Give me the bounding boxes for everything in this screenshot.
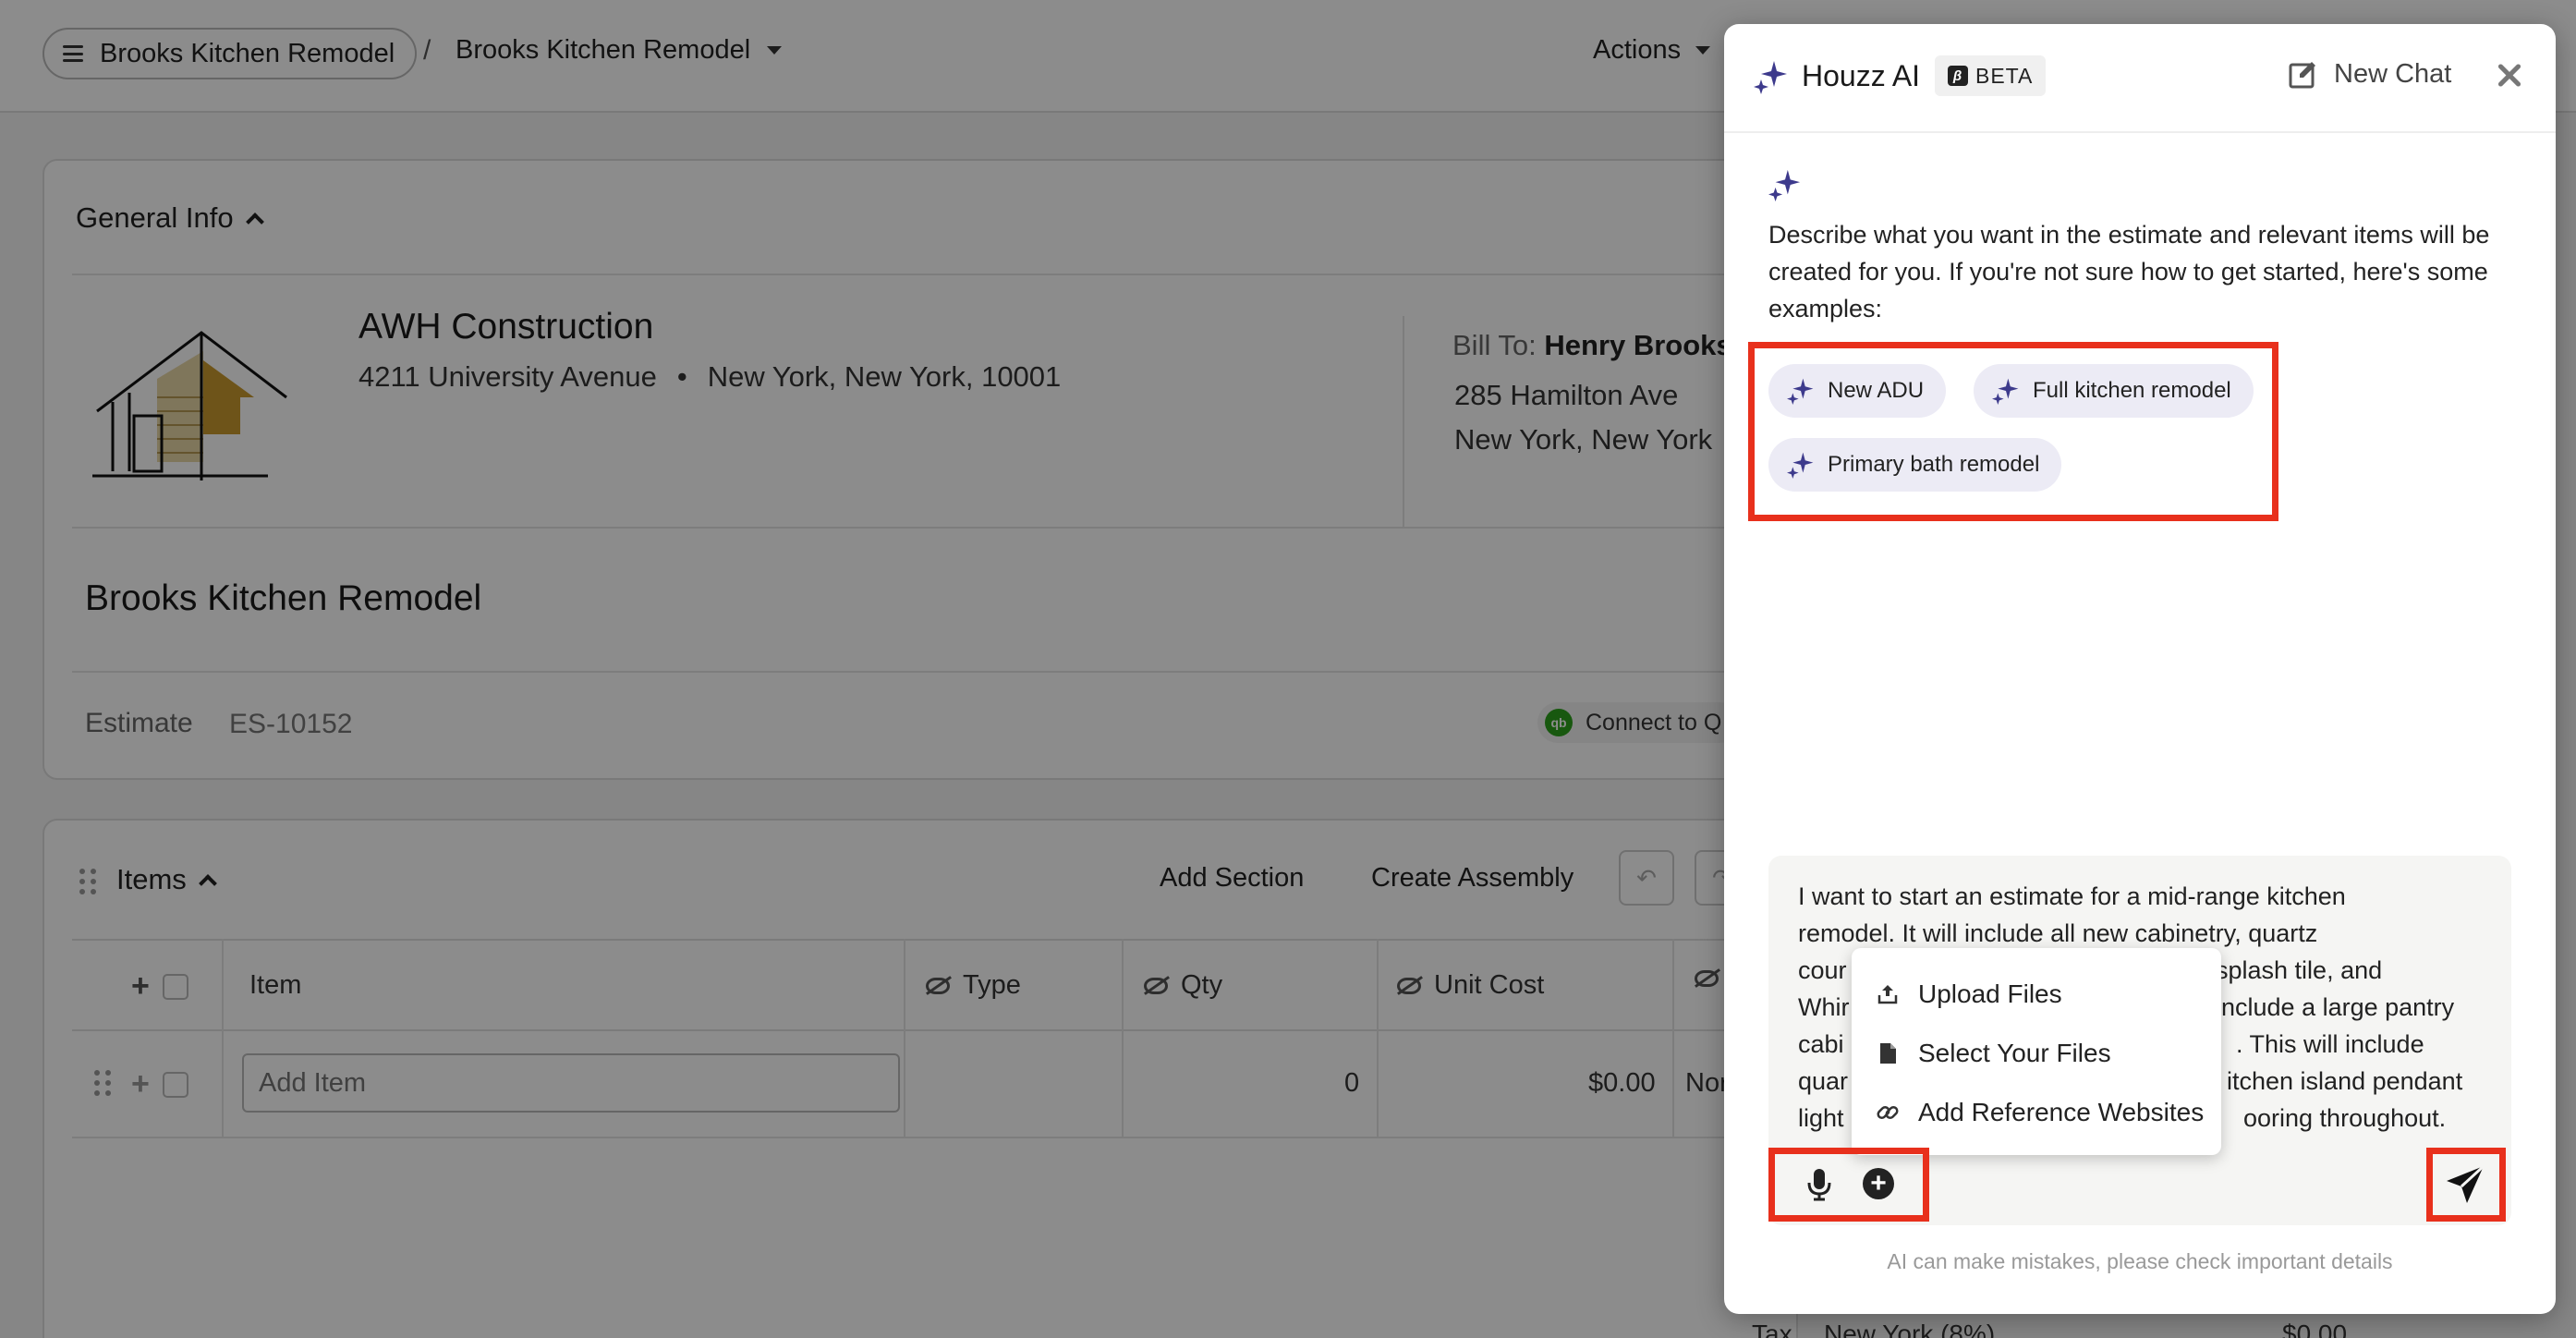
example-chip-primary-bath-remodel[interactable]: Primary bath remodel bbox=[1768, 438, 2062, 492]
new-chat-label: New Chat bbox=[2334, 59, 2452, 89]
beta-label: BETA bbox=[1975, 63, 2034, 88]
add-attachment-icon[interactable]: + bbox=[1863, 1168, 1894, 1199]
menu-item-add-reference-websites[interactable]: Add Reference Websites bbox=[1876, 1090, 2204, 1135]
file-icon bbox=[1876, 1041, 1900, 1065]
sparkle-icon bbox=[1768, 169, 1801, 201]
panel-header: Houzz AI β BETA New Chat bbox=[1724, 24, 2556, 133]
new-chat-button[interactable]: New Chat bbox=[2288, 59, 2451, 90]
disclaimer: AI can make mistakes, please check impor… bbox=[1887, 1249, 2393, 1273]
intro-text: Describe what you want in the estimate a… bbox=[1768, 221, 2490, 322]
beta-icon: β bbox=[1948, 66, 1968, 86]
edit-icon bbox=[2289, 61, 2315, 88]
menu-item-select-your-files[interactable]: Select Your Files bbox=[1876, 1031, 2111, 1076]
link-icon bbox=[1876, 1101, 1900, 1125]
input-fragment: itchen island pendant bbox=[2227, 1067, 2463, 1095]
close-icon[interactable] bbox=[2491, 57, 2528, 94]
input-line: remodel. It will include all new cabinet… bbox=[1798, 919, 2318, 947]
example-chip-label: New ADU bbox=[1828, 378, 1925, 403]
houzz-ai-panel: Houzz AI β BETA New Chat Describe what y… bbox=[1724, 24, 2556, 1314]
input-fragment: cabi bbox=[1798, 1030, 1844, 1058]
input-fragment: nclude a large pantry bbox=[2221, 993, 2455, 1021]
input-fragment: light bbox=[1798, 1104, 1844, 1132]
example-chip-new-adu[interactable]: New ADU bbox=[1768, 364, 1947, 418]
example-chip-label: Primary bath remodel bbox=[1828, 452, 2040, 477]
example-chip-full-kitchen-remodel[interactable]: Full kitchen remodel bbox=[1974, 364, 2254, 418]
input-fragment: ooring throughout. bbox=[2243, 1104, 2447, 1132]
menu-item-upload-files[interactable]: Upload Files bbox=[1876, 972, 2062, 1016]
input-fragment: splash tile, and bbox=[2216, 956, 2383, 984]
send-icon[interactable] bbox=[2445, 1164, 2485, 1205]
panel-title: Houzz AI bbox=[1802, 59, 1921, 92]
upload-icon bbox=[1876, 982, 1900, 1006]
input-fragment: cour bbox=[1798, 956, 1847, 984]
menu-item-label: Add Reference Websites bbox=[1918, 1098, 2205, 1126]
sparkle-icon bbox=[1992, 378, 2019, 405]
sparkle-icon bbox=[1754, 61, 1787, 94]
menu-item-label: Select Your Files bbox=[1918, 1039, 2111, 1067]
input-fragment: . This will include bbox=[2236, 1030, 2424, 1058]
attach-menu: Upload Files Select Your Files Add Refer… bbox=[1852, 948, 2221, 1155]
sparkle-icon bbox=[1787, 378, 1814, 405]
input-tools-highlight bbox=[1768, 1148, 1929, 1222]
sparkle-icon bbox=[1787, 452, 1814, 479]
input-fragment: Whir bbox=[1798, 993, 1850, 1021]
example-chip-label: Full kitchen remodel bbox=[2033, 378, 2231, 403]
input-line: I want to start an estimate for a mid-ra… bbox=[1798, 882, 2346, 910]
input-fragment: quar bbox=[1798, 1067, 1849, 1095]
menu-item-label: Upload Files bbox=[1918, 979, 2062, 1008]
microphone-icon[interactable] bbox=[1807, 1168, 1831, 1201]
beta-badge: β BETA bbox=[1935, 55, 2047, 96]
